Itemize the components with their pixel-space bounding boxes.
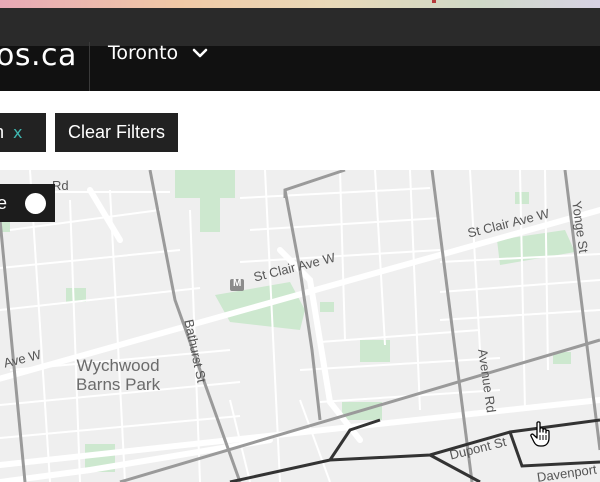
city-label: Toronto <box>108 42 179 64</box>
park-label-line1: Wychwood <box>76 356 160 375</box>
toggle-knob[interactable] <box>25 193 46 214</box>
browser-tab-strip <box>0 0 600 8</box>
header-divider <box>89 42 90 91</box>
close-icon[interactable]: x <box>13 123 22 142</box>
header-shade <box>0 8 600 46</box>
city-selector[interactable]: Toronto <box>108 40 208 66</box>
site-logo[interactable]: os.ca <box>0 38 77 73</box>
active-filter-chip[interactable]: n x <box>0 113 46 152</box>
site-header: os.ca Toronto <box>0 8 600 91</box>
clear-filters-button[interactable]: Clear Filters <box>55 113 178 152</box>
filter-bar: n x Clear Filters <box>0 91 600 170</box>
chevron-down-icon <box>192 48 208 58</box>
parks <box>0 170 575 472</box>
hand-cursor-icon <box>530 421 550 447</box>
map-toggle-label: e <box>0 192 8 213</box>
metro-badge-label: M <box>233 278 242 289</box>
map-toggle[interactable]: e <box>0 184 55 222</box>
park-label-line2: Barns Park <box>76 375 161 394</box>
active-filter-label: n <box>0 122 4 143</box>
tab-indicator <box>432 0 436 3</box>
major-roads <box>0 187 600 482</box>
map-canvas[interactable]: M Rd St Clair Ave W St Clair Ave W Ave W… <box>0 170 600 482</box>
park-label: Wychwood Barns Park <box>76 356 160 394</box>
